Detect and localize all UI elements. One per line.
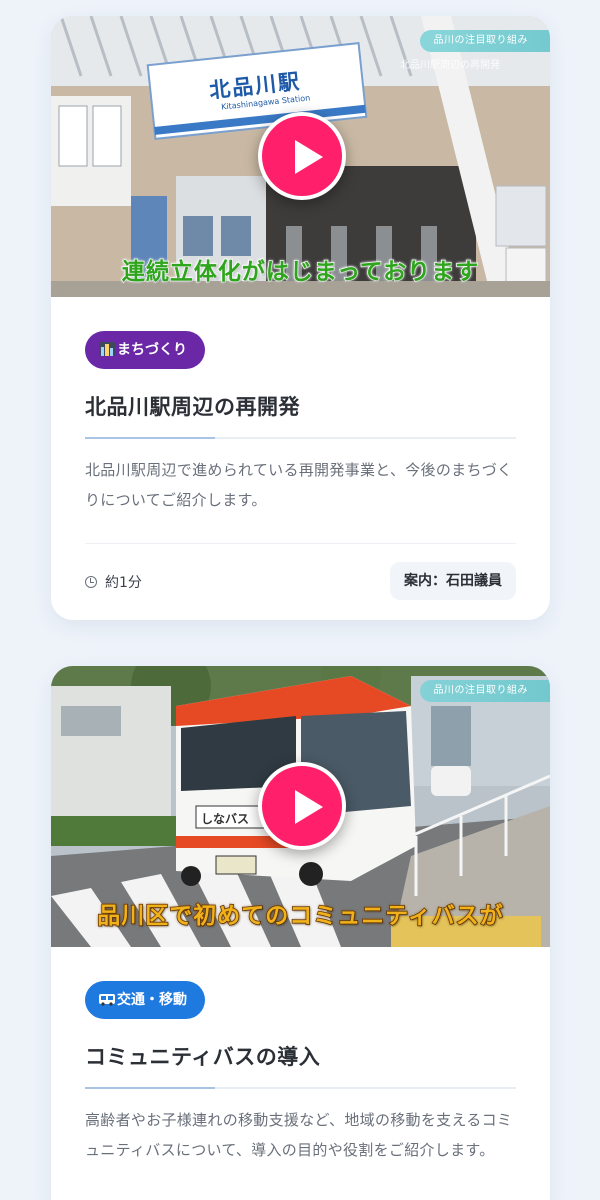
clock-icon — [85, 576, 97, 588]
city-icon — [99, 342, 115, 356]
category-label: 交通・移動 — [117, 992, 187, 1008]
title-divider — [85, 1087, 516, 1089]
card-footer: 約1分 案内：石田議員 — [85, 544, 516, 620]
card-title[interactable]: コミュニティバスの導入 — [85, 1041, 516, 1071]
duration-text: 約1分 — [105, 575, 142, 591]
video-thumbnail[interactable]: 品川の注目取り組み しなバス 品川区で初めてのコミュニティバスが — [51, 666, 550, 947]
video-caption: 品川区で初めてのコミュニティバスが — [96, 902, 504, 930]
video-thumbnail[interactable]: 品川の注目取り組み 北品川駅周辺の再開発 北品川駅 Kitashinagawa … — [51, 16, 550, 297]
video-caption: 連続立体化がはじまっております — [121, 258, 480, 286]
play-button[interactable] — [258, 112, 346, 200]
bus-label: しなバス — [201, 812, 250, 826]
card-description: 高齢者やお子様連れの移動支援など、地域の移動を支えるコミュニティバスについて、導… — [85, 1111, 513, 1159]
card-title[interactable]: 北品川駅周辺の再開発 — [85, 391, 516, 421]
overlay-tag: 品川の注目取り組み — [419, 680, 550, 702]
bus-icon — [99, 994, 115, 1006]
title-divider — [85, 437, 516, 439]
category-label: まちづくり — [117, 342, 187, 358]
category-badge: まちづくり — [85, 331, 205, 369]
guide-badge: 案内：石田議員 — [390, 562, 516, 600]
card-description: 北品川駅周辺で進められている再開発事業と、今後のまちづくりについてご紹介します。 — [85, 461, 513, 509]
video-card[interactable]: 品川の注目取り組み 北品川駅周辺の再開発 北品川駅 Kitashinagawa … — [51, 16, 550, 620]
overlay-tag: 品川の注目取り組み — [419, 30, 550, 52]
overlay-subtag: 北品川駅周辺の再開発 — [400, 60, 500, 71]
video-card[interactable]: 品川の注目取り組み しなバス 品川区で初めてのコミュニティバスが 交通・移動 コ… — [51, 666, 550, 1200]
duration: 約1分 — [85, 572, 142, 592]
category-badge: 交通・移動 — [85, 981, 205, 1019]
play-button[interactable] — [258, 762, 346, 850]
